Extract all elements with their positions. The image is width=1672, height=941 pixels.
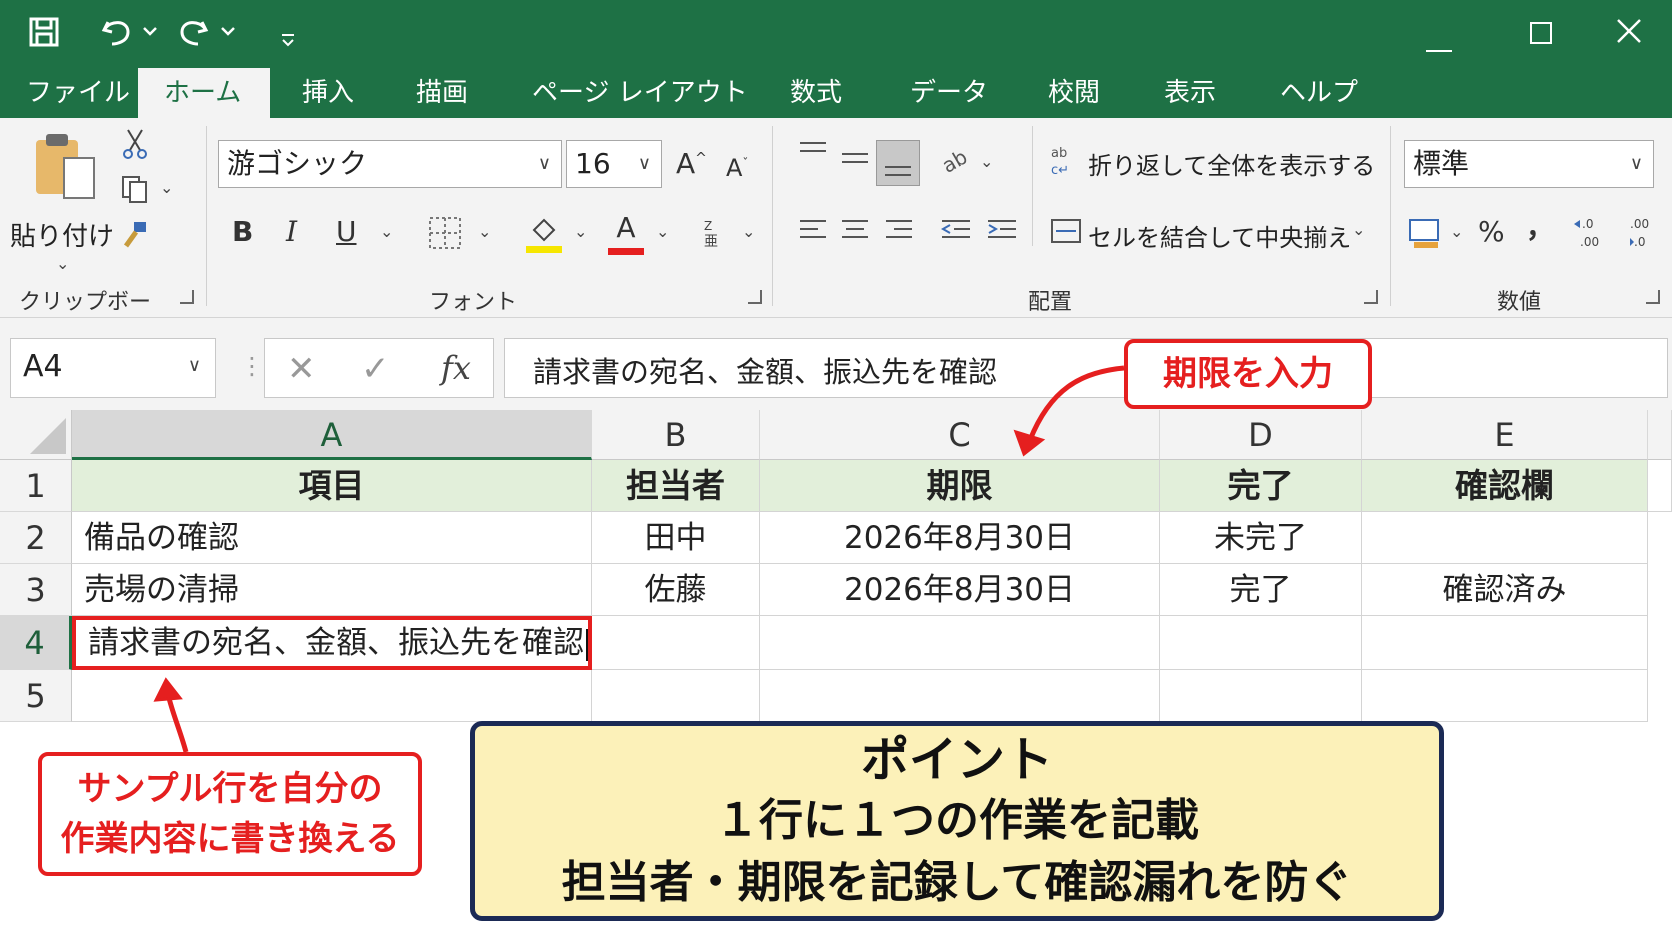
sample-arrow-icon (165, 693, 189, 753)
point-title: ポイント (860, 732, 1053, 788)
deadline-callout-text: 期限を入力 (1163, 354, 1333, 394)
point-line2: 担当者・期限を記録して確認漏れを防ぐ (561, 857, 1353, 908)
sample-callout-line1: サンプル行を自分の (77, 769, 383, 809)
deadline-arrow-icon (1027, 365, 1125, 441)
sample-callout: サンプル行を自分の 作業内容に書き換える (38, 752, 422, 876)
point-line1: １行に１つの作業を記載 (715, 795, 1199, 846)
point-box: ポイント １行に１つの作業を記載 担当者・期限を記録して確認漏れを防ぐ (470, 721, 1444, 921)
deadline-callout: 期限を入力 (1124, 339, 1372, 409)
sample-callout-line2: 作業内容に書き換える (60, 819, 400, 859)
